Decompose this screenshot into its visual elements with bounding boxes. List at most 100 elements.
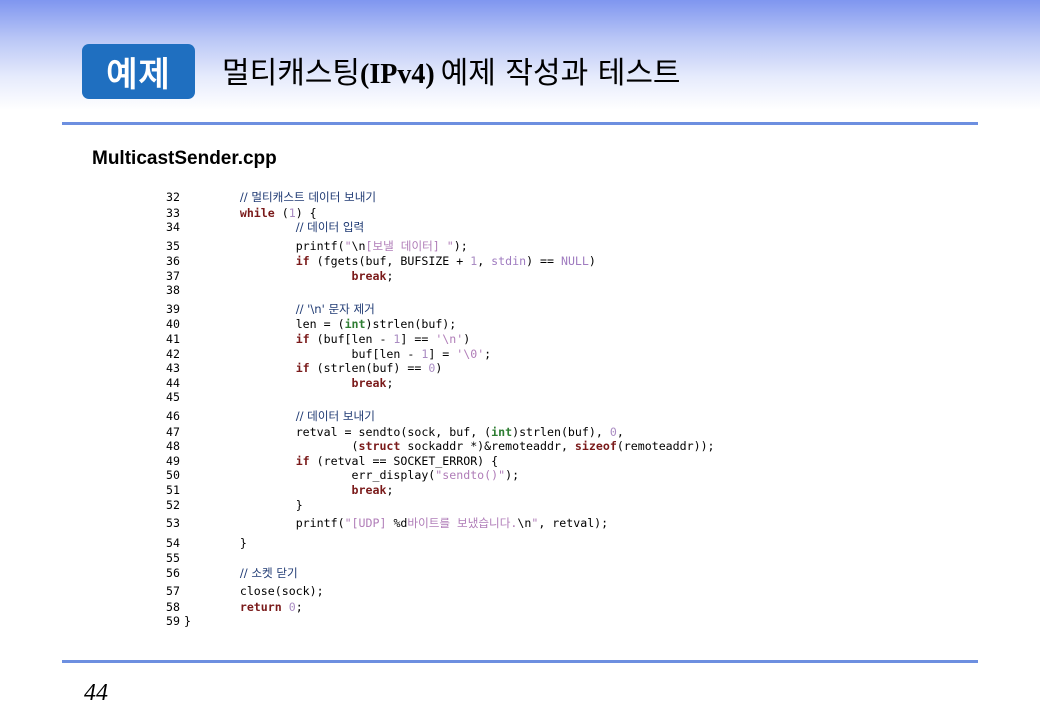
code-text: (struct sockaddr *)&remoteaddr, sizeof(r…	[184, 439, 715, 454]
code-token: , retval);	[538, 516, 609, 531]
code-line: 37 break;	[166, 269, 786, 284]
code-token: ;	[386, 482, 394, 497]
code-text: buf[len - 1] = '\0';	[184, 346, 492, 362]
code-text: return 0;	[184, 600, 303, 615]
code-token: // 데이터 입력	[295, 220, 365, 235]
line-number: 59	[166, 614, 180, 629]
code-token: printf(	[295, 516, 345, 531]
code-token: break	[351, 375, 387, 390]
code-token: int	[491, 424, 513, 439]
line-number: 41	[166, 332, 180, 347]
code-token: if	[295, 254, 310, 269]
code-text: if (buf[len - 1] == '\n')	[184, 332, 471, 347]
code-token: stdin	[491, 254, 527, 269]
code-token: [보낼 데이터] "	[365, 238, 454, 253]
line-number: 38	[166, 283, 180, 298]
line-number: 37	[166, 268, 180, 283]
code-text: break;	[184, 375, 394, 391]
code-token: ,	[616, 424, 624, 439]
code-line: 38	[166, 283, 786, 298]
code-token: buf[len -	[351, 346, 422, 361]
code-text: break;	[184, 268, 394, 284]
code-line: 54 }	[166, 532, 786, 552]
code-token: (remoteaddr));	[616, 439, 715, 454]
code-token: if	[295, 453, 310, 468]
code-line: 50 err_display("sendto()");	[166, 468, 786, 483]
code-line: 40 len = (int)strlen(buf);	[166, 317, 786, 332]
code-token: close(sock);	[239, 584, 324, 599]
code-token: printf(	[295, 238, 345, 253]
code-token: // 멀티캐스트 데이터 보내기	[239, 190, 377, 204]
code-token: 0	[288, 599, 296, 614]
line-number: 34	[166, 220, 180, 235]
code-token: ;	[386, 268, 394, 283]
title-ipv4: (IPv4)	[360, 59, 435, 90]
code-token: int	[344, 317, 366, 332]
code-line: 42 buf[len - 1] = '\0';	[166, 347, 786, 362]
code-token: return	[239, 599, 282, 614]
line-number: 44	[166, 375, 180, 390]
code-token: ) ==	[526, 254, 561, 269]
example-badge: 예제	[82, 44, 195, 99]
code-token: if	[295, 332, 310, 347]
bottom-divider	[62, 660, 978, 663]
code-line: 46 // 데이터 보내기	[166, 405, 786, 425]
code-text: if (strlen(buf) == 0)	[184, 361, 443, 376]
code-text: // 데이터 입력	[184, 220, 365, 235]
code-line: 35 printf("\n[보낼 데이터] ");	[166, 235, 786, 255]
code-line: 55	[166, 551, 786, 566]
code-line: 51 break;	[166, 483, 786, 498]
code-line: 49 if (retval == SOCKET_ERROR) {	[166, 454, 786, 469]
code-line: 32 // 멀티캐스트 데이터 보내기	[166, 186, 786, 206]
code-token: // 소켓 닫기	[239, 565, 298, 580]
line-number: 51	[166, 482, 180, 497]
code-line: 47 retval = sendto(sock, buf, (int)strle…	[166, 425, 786, 440]
line-number: 47	[166, 424, 180, 439]
code-token: );	[453, 238, 468, 253]
line-number: 52	[166, 497, 180, 512]
code-token: }	[295, 497, 303, 512]
line-number: 42	[166, 346, 180, 361]
code-token: len = (	[295, 317, 345, 332]
code-token: while	[239, 205, 275, 220]
code-text: while (1) {	[184, 206, 317, 221]
code-line: 39 // '\n' 문자 제거	[166, 298, 786, 318]
code-token: )	[588, 254, 596, 269]
code-text: break;	[184, 482, 394, 498]
code-token: (	[351, 439, 359, 454]
code-token: ;	[295, 599, 303, 614]
code-line: 59}	[166, 614, 786, 629]
code-token: );	[505, 468, 520, 483]
code-line: 43 if (strlen(buf) == 0)	[166, 361, 786, 376]
code-token: err_display(	[351, 468, 436, 483]
code-token: )	[435, 361, 443, 376]
source-filename: MulticastSender.cpp	[92, 148, 277, 169]
code-token: ] ==	[400, 332, 436, 347]
line-number: 36	[166, 254, 180, 269]
code-text: if (fgets(buf, BUFSIZE + 1, stdin) == NU…	[184, 254, 596, 269]
code-token: "	[344, 238, 352, 253]
title-before: 멀티캐스팅	[222, 56, 360, 91]
code-line: 53 printf("[UDP] %d바이트를 보냈습니다.\n", retva…	[166, 512, 786, 532]
code-token: NULL	[560, 254, 589, 269]
code-token: sockaddr *)&remoteaddr,	[400, 439, 575, 454]
code-token: (buf[len -	[309, 332, 394, 347]
code-text: }	[184, 498, 303, 513]
code-text: if (retval == SOCKET_ERROR) {	[184, 454, 498, 469]
